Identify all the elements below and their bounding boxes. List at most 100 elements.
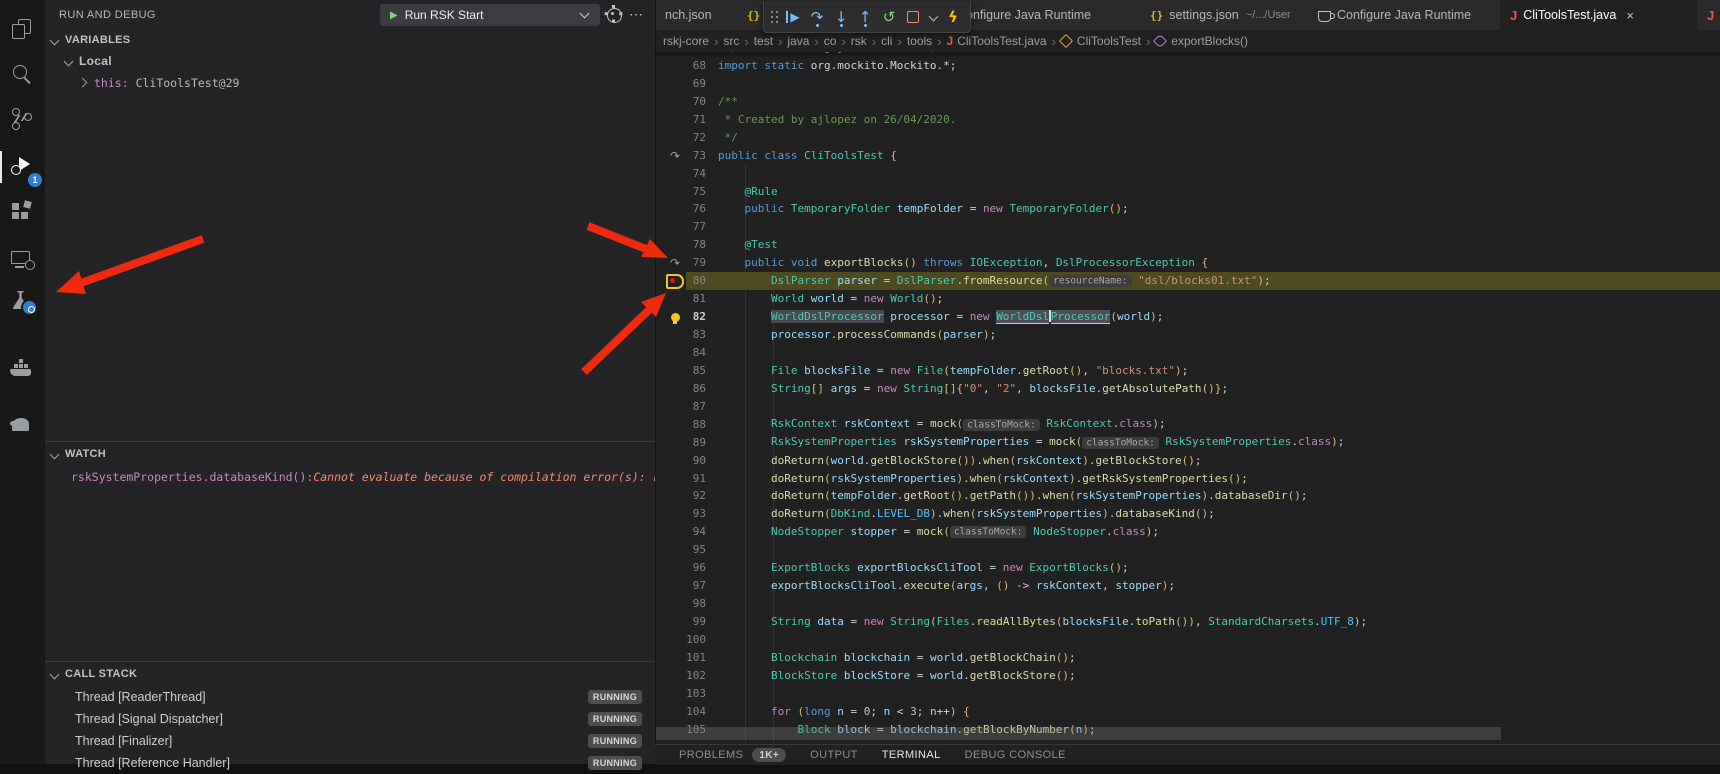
line-number[interactable]: 93 [680,505,706,523]
extensions-icon[interactable] [0,195,45,233]
code-line[interactable]: 84 [656,344,1720,362]
line-number[interactable]: 74 [680,165,706,183]
code-line[interactable]: 93 doReturn(DbKind.LEVEL_DB).when(rskSys… [656,505,1720,523]
search-icon[interactable] [0,57,45,95]
code-line[interactable]: 103 [656,685,1720,703]
code-line[interactable]: 81 World world = new World(); [656,290,1720,308]
code-line[interactable]: 90 doReturn(world.getBlockStore()).when(… [656,452,1720,470]
line-number[interactable]: 85 [680,362,706,380]
toolbar-drag-handle-icon[interactable] [769,10,779,24]
stop-button[interactable] [901,5,925,29]
code-line[interactable]: 101 Blockchain blockchain = world.getBlo… [656,649,1720,667]
line-number[interactable]: 94 [680,523,706,541]
breadcrumb-item[interactable]: cli [881,34,892,48]
code-line[interactable]: 75 @Rule [656,183,1720,201]
step-out-button[interactable]: ↑ [853,5,877,29]
line-number[interactable]: 75 [680,183,706,201]
code-line[interactable]: 76 public TemporaryFolder tempFolder = n… [656,200,1720,218]
launch-configuration-dropdown[interactable]: ▶ Run RSK Start [380,4,600,26]
code-line[interactable]: ↷73public class CliToolsTest { [656,147,1720,165]
explorer-icon[interactable] [0,12,45,50]
editor-tab[interactable]: {}settings.json~/.../User [1140,0,1309,30]
panel-tab-terminal[interactable]: TERMINAL [882,749,941,761]
code-line[interactable]: 85 File blocksFile = new File(tempFolder… [656,362,1720,380]
code-line[interactable]: 83 processor.processCommands(parser); [656,326,1720,344]
code-line[interactable]: 104 for (long n = 0; n < 3; n++) { [656,703,1720,721]
line-number[interactable]: 91 [680,470,706,488]
code-line[interactable]: 74 [656,165,1720,183]
line-number[interactable]: 71 [680,111,706,129]
thread-row[interactable]: Thread [Finalizer]RUNNING [45,730,655,752]
hot-code-replace-button[interactable]: ϟ [941,5,965,29]
line-number[interactable]: 97 [680,577,706,595]
lightbulb-icon[interactable] [671,313,680,322]
fold-icon[interactable]: ↷ [670,149,680,163]
line-number[interactable]: 89 [680,434,706,452]
line-number[interactable]: 103 [680,685,706,703]
source-control-icon[interactable] [0,102,45,140]
gradle-icon[interactable] [0,407,45,445]
code-line[interactable]: 87 [656,398,1720,416]
breadcrumb-item[interactable]: src [723,34,739,48]
code-line[interactable]: 92 doReturn(tempFolder.getRoot().getPath… [656,487,1720,505]
code-line[interactable]: 77 [656,218,1720,236]
line-number[interactable]: 81 [680,290,706,308]
gear-icon[interactable] [607,8,622,23]
code-line[interactable]: 91 doReturn(rskSystemProperties).when(rs… [656,470,1720,488]
line-number[interactable]: 68 [680,57,706,75]
call-stack-section-header[interactable]: CALL STACK [45,662,655,686]
line-number[interactable]: 70 [680,93,706,111]
breadcrumb-item[interactable]: rsk [851,34,867,48]
code-line[interactable]: 72 */ [656,129,1720,147]
testing-flask-icon[interactable] [0,284,45,322]
line-number[interactable]: 84 [680,344,706,362]
code-line[interactable]: 95 [656,541,1720,559]
line-number[interactable]: 87 [680,398,706,416]
stop-options-dropdown[interactable] [925,5,941,29]
line-number[interactable]: 98 [680,595,706,613]
editor-tab[interactable]: JCliToolsTest.java× [1500,0,1698,30]
editor-tab[interactable]: nch.json [655,0,738,30]
thread-row[interactable]: Thread [Reference Handler]RUNNING [45,752,655,774]
panel-tab-problems[interactable]: PROBLEMS1K+ [679,748,786,762]
code-line[interactable]: 71 * Created by ajlopez on 26/04/2020. [656,111,1720,129]
line-number[interactable]: 99 [680,613,706,631]
line-number[interactable]: 72 [680,129,706,147]
line-number[interactable]: 102 [680,667,706,685]
line-number[interactable]: 82 [680,308,706,326]
watch-expression[interactable]: rskSystemProperties.databaseKind(): Cann… [45,466,655,487]
variables-section-header[interactable]: VARIABLES [45,30,655,50]
more-actions-icon[interactable]: ⋯ [629,6,644,23]
breadcrumb-item[interactable]: JCliToolsTest.java [947,34,1047,48]
breadcrumb-item[interactable]: test [754,34,773,48]
editor-tab[interactable]: J [1697,0,1720,30]
code-line[interactable]: 80 DslParser parser = DslParser.fromReso… [656,272,1720,290]
code-line[interactable]: 96 ExportBlocks exportBlocksCliTool = ne… [656,559,1720,577]
breadcrumb-item[interactable]: co [824,34,837,48]
docker-icon[interactable] [0,352,45,390]
thread-row[interactable]: Thread [Signal Dispatcher]RUNNING [45,708,655,730]
panel-tab-debug-console[interactable]: DEBUG CONSOLE [965,749,1066,761]
restart-button[interactable]: ↺ [877,5,901,29]
code-line[interactable]: 68import static org.mockito.Mockito.*; [656,57,1720,75]
code-line[interactable]: 82 WorldDslProcessor processor = new Wor… [656,308,1720,326]
code-line[interactable]: 89 RskSystemProperties rskSystemProperti… [656,434,1720,452]
step-over-button[interactable]: ↷ [805,5,829,29]
editor-tab[interactable]: Configure Java Runtime [1308,0,1501,30]
line-number[interactable]: 104 [680,703,706,721]
watch-section-header[interactable]: WATCH [45,442,655,466]
breadcrumb-item[interactable]: rskj-core [663,34,709,48]
code-line[interactable]: 86 String[] args = new String[]{"0", "2"… [656,380,1720,398]
line-number[interactable]: 79 [680,254,706,272]
line-number[interactable]: 90 [680,452,706,470]
editor-tab[interactable]: Configure Java Runtime [947,0,1141,30]
code-line[interactable]: ↷79 public void exportBlocks() throws IO… [656,254,1720,272]
close-icon[interactable]: × [1626,8,1634,23]
fold-icon[interactable]: ↷ [670,256,680,270]
line-number[interactable]: 95 [680,541,706,559]
line-number[interactable]: 86 [680,380,706,398]
code-line[interactable]: 78 @Test [656,236,1720,254]
line-number[interactable]: 73 [680,147,706,165]
code-line[interactable]: 98 [656,595,1720,613]
line-number[interactable]: 78 [680,236,706,254]
